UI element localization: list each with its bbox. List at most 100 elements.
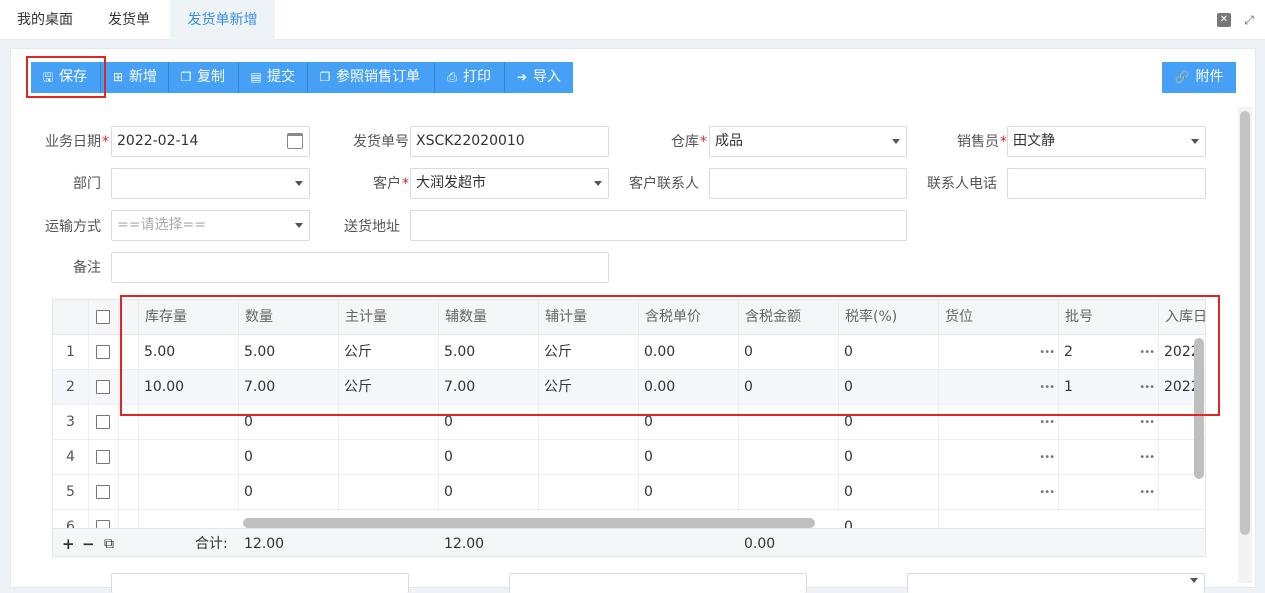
cell-aux-unit[interactable]	[539, 440, 639, 475]
copy-button[interactable]: ❐ 复制	[169, 62, 239, 93]
table-row[interactable]: 3 0 0 0 0 ••• •••	[53, 405, 1205, 440]
cell-batch[interactable]: •••	[1059, 405, 1159, 440]
save-button[interactable]: 🖫 保存	[31, 62, 101, 93]
cell-location[interactable]: •••	[939, 370, 1059, 405]
cell-tax-rate[interactable]: 0	[839, 475, 939, 510]
cell-amount[interactable]: 0	[739, 335, 839, 370]
header-qty[interactable]: 数量	[239, 300, 339, 335]
cell-unit[interactable]: 公斤	[339, 370, 439, 405]
add-button[interactable]: ⊞ 新增	[101, 62, 169, 93]
cell-unit[interactable]	[339, 405, 439, 440]
cell-stock[interactable]	[139, 440, 239, 475]
row-checkbox[interactable]	[96, 415, 110, 429]
tab-my-desktop[interactable]: 我的桌面	[0, 0, 90, 40]
header-unit[interactable]: 主计量	[339, 300, 439, 335]
cell-in-date[interactable]: 2022	[1159, 335, 1199, 370]
biz-date-field[interactable]: 2022-02-14	[111, 126, 310, 157]
bottom-field[interactable]	[509, 573, 807, 593]
cell-qty[interactable]: 0	[239, 475, 339, 510]
cell-qty[interactable]: 7.00	[239, 370, 339, 405]
cell-in-date[interactable]	[1159, 405, 1199, 440]
print-button[interactable]: ⎙ 打印	[435, 62, 505, 93]
cell-aux-qty[interactable]: 0	[439, 440, 539, 475]
cell-aux-unit[interactable]: 公斤	[539, 370, 639, 405]
cell-aux-qty[interactable]: 5.00	[439, 335, 539, 370]
more-icon[interactable]: •••	[1139, 370, 1155, 405]
cell-batch[interactable]: •••	[1059, 440, 1159, 475]
cell-batch[interactable]: •••	[1059, 475, 1159, 510]
cell-location[interactable]: •••	[939, 440, 1059, 475]
header-location[interactable]: 货位	[939, 300, 1059, 335]
remove-row-icon[interactable]: −	[82, 529, 95, 556]
table-row[interactable]: 1 5.00 5.00 公斤 5.00 公斤 0.00 0 0 ••• 2 •••…	[53, 335, 1205, 370]
tab-delivery-list[interactable]: 发货单	[90, 0, 168, 40]
more-icon[interactable]: •••	[1039, 370, 1055, 405]
import-button[interactable]: ➔ 导入	[505, 62, 573, 93]
header-stock[interactable]: 库存量	[139, 300, 239, 335]
add-row-icon[interactable]: +	[62, 529, 75, 556]
row-checkbox[interactable]	[96, 450, 110, 464]
more-icon[interactable]: •••	[1139, 475, 1155, 510]
bottom-field[interactable]	[907, 573, 1205, 593]
row-checkbox[interactable]	[96, 345, 110, 359]
cell-stock[interactable]: 5.00	[139, 335, 239, 370]
dept-select[interactable]	[111, 168, 310, 199]
cell-price[interactable]: 0	[639, 405, 739, 440]
cell-amount[interactable]	[739, 440, 839, 475]
close-tab-icon[interactable]: ✕	[1217, 13, 1231, 27]
cell-price[interactable]: 0	[639, 475, 739, 510]
cell-aux-unit[interactable]	[539, 475, 639, 510]
cell-qty[interactable]: 5.00	[239, 335, 339, 370]
tab-delivery-new[interactable]: 发货单新增	[170, 0, 275, 40]
more-icon[interactable]: •••	[1039, 440, 1055, 475]
more-icon[interactable]: •••	[1039, 475, 1055, 510]
cell-in-date[interactable]	[1159, 475, 1199, 510]
more-icon[interactable]: •••	[1039, 405, 1055, 440]
cell-amount[interactable]	[739, 475, 839, 510]
bottom-field[interactable]	[111, 573, 409, 593]
cell-aux-qty[interactable]: 0	[439, 475, 539, 510]
cell-unit[interactable]: 公斤	[339, 335, 439, 370]
cell-tax-rate[interactable]: 0	[839, 440, 939, 475]
more-icon[interactable]: •••	[1139, 440, 1155, 475]
ref-sales-order-button[interactable]: ❐ 参照销售订单	[308, 62, 435, 93]
cell-tax-rate[interactable]: 0	[839, 370, 939, 405]
cell-location[interactable]: •••	[939, 335, 1059, 370]
cell-in-date[interactable]	[1159, 440, 1199, 475]
horizontal-scrollbar[interactable]	[243, 518, 815, 528]
more-icon[interactable]: •••	[1139, 405, 1155, 440]
table-row[interactable]: 2 10.00 7.00 公斤 7.00 公斤 0.00 0 0 ••• 1 ••…	[53, 370, 1205, 405]
cell-tax-rate[interactable]: 0	[839, 335, 939, 370]
customer-select[interactable]: 大润发超市	[410, 168, 609, 199]
cell-qty[interactable]: 0	[239, 440, 339, 475]
cell-price[interactable]: 0.00	[639, 335, 739, 370]
cell-price[interactable]: 0	[639, 440, 739, 475]
submit-button[interactable]: ▤ 提交	[239, 62, 308, 93]
cell-stock[interactable]	[139, 475, 239, 510]
cell-unit[interactable]	[339, 440, 439, 475]
address-field[interactable]	[410, 210, 907, 241]
transport-select[interactable]: ==请选择==	[111, 210, 310, 241]
header-in-date[interactable]: 入库日	[1159, 300, 1205, 335]
cell-batch[interactable]: 1 •••	[1059, 370, 1159, 405]
cell-aux-qty[interactable]: 0	[439, 405, 539, 440]
table-row[interactable]: 5 0 0 0 0 ••• •••	[53, 475, 1205, 510]
doc-no-field[interactable]: XSCK22020010	[410, 126, 609, 157]
header-tax-rate[interactable]: 税率(%)	[839, 300, 939, 335]
cell-tax-rate[interactable]: 0	[839, 405, 939, 440]
contact-phone-field[interactable]	[1007, 168, 1206, 199]
fullscreen-icon[interactable]: ⤢	[1242, 13, 1256, 27]
cell-location[interactable]: •••	[939, 405, 1059, 440]
cell-price[interactable]: 0.00	[639, 370, 739, 405]
remark-field[interactable]	[111, 252, 609, 283]
warehouse-select[interactable]: 成品	[709, 126, 907, 157]
attachment-button[interactable]: 🔗 附件	[1162, 62, 1236, 93]
cell-amount[interactable]	[739, 405, 839, 440]
header-aux-unit[interactable]: 辅计量	[539, 300, 639, 335]
header-aux-qty[interactable]: 辅数量	[439, 300, 539, 335]
more-icon[interactable]: •••	[1139, 335, 1155, 370]
table-row[interactable]: 4 0 0 0 0 ••• •••	[53, 440, 1205, 475]
cell-amount[interactable]: 0	[739, 370, 839, 405]
calendar-icon[interactable]	[287, 133, 303, 149]
salesman-select[interactable]: 田文静	[1007, 126, 1206, 157]
